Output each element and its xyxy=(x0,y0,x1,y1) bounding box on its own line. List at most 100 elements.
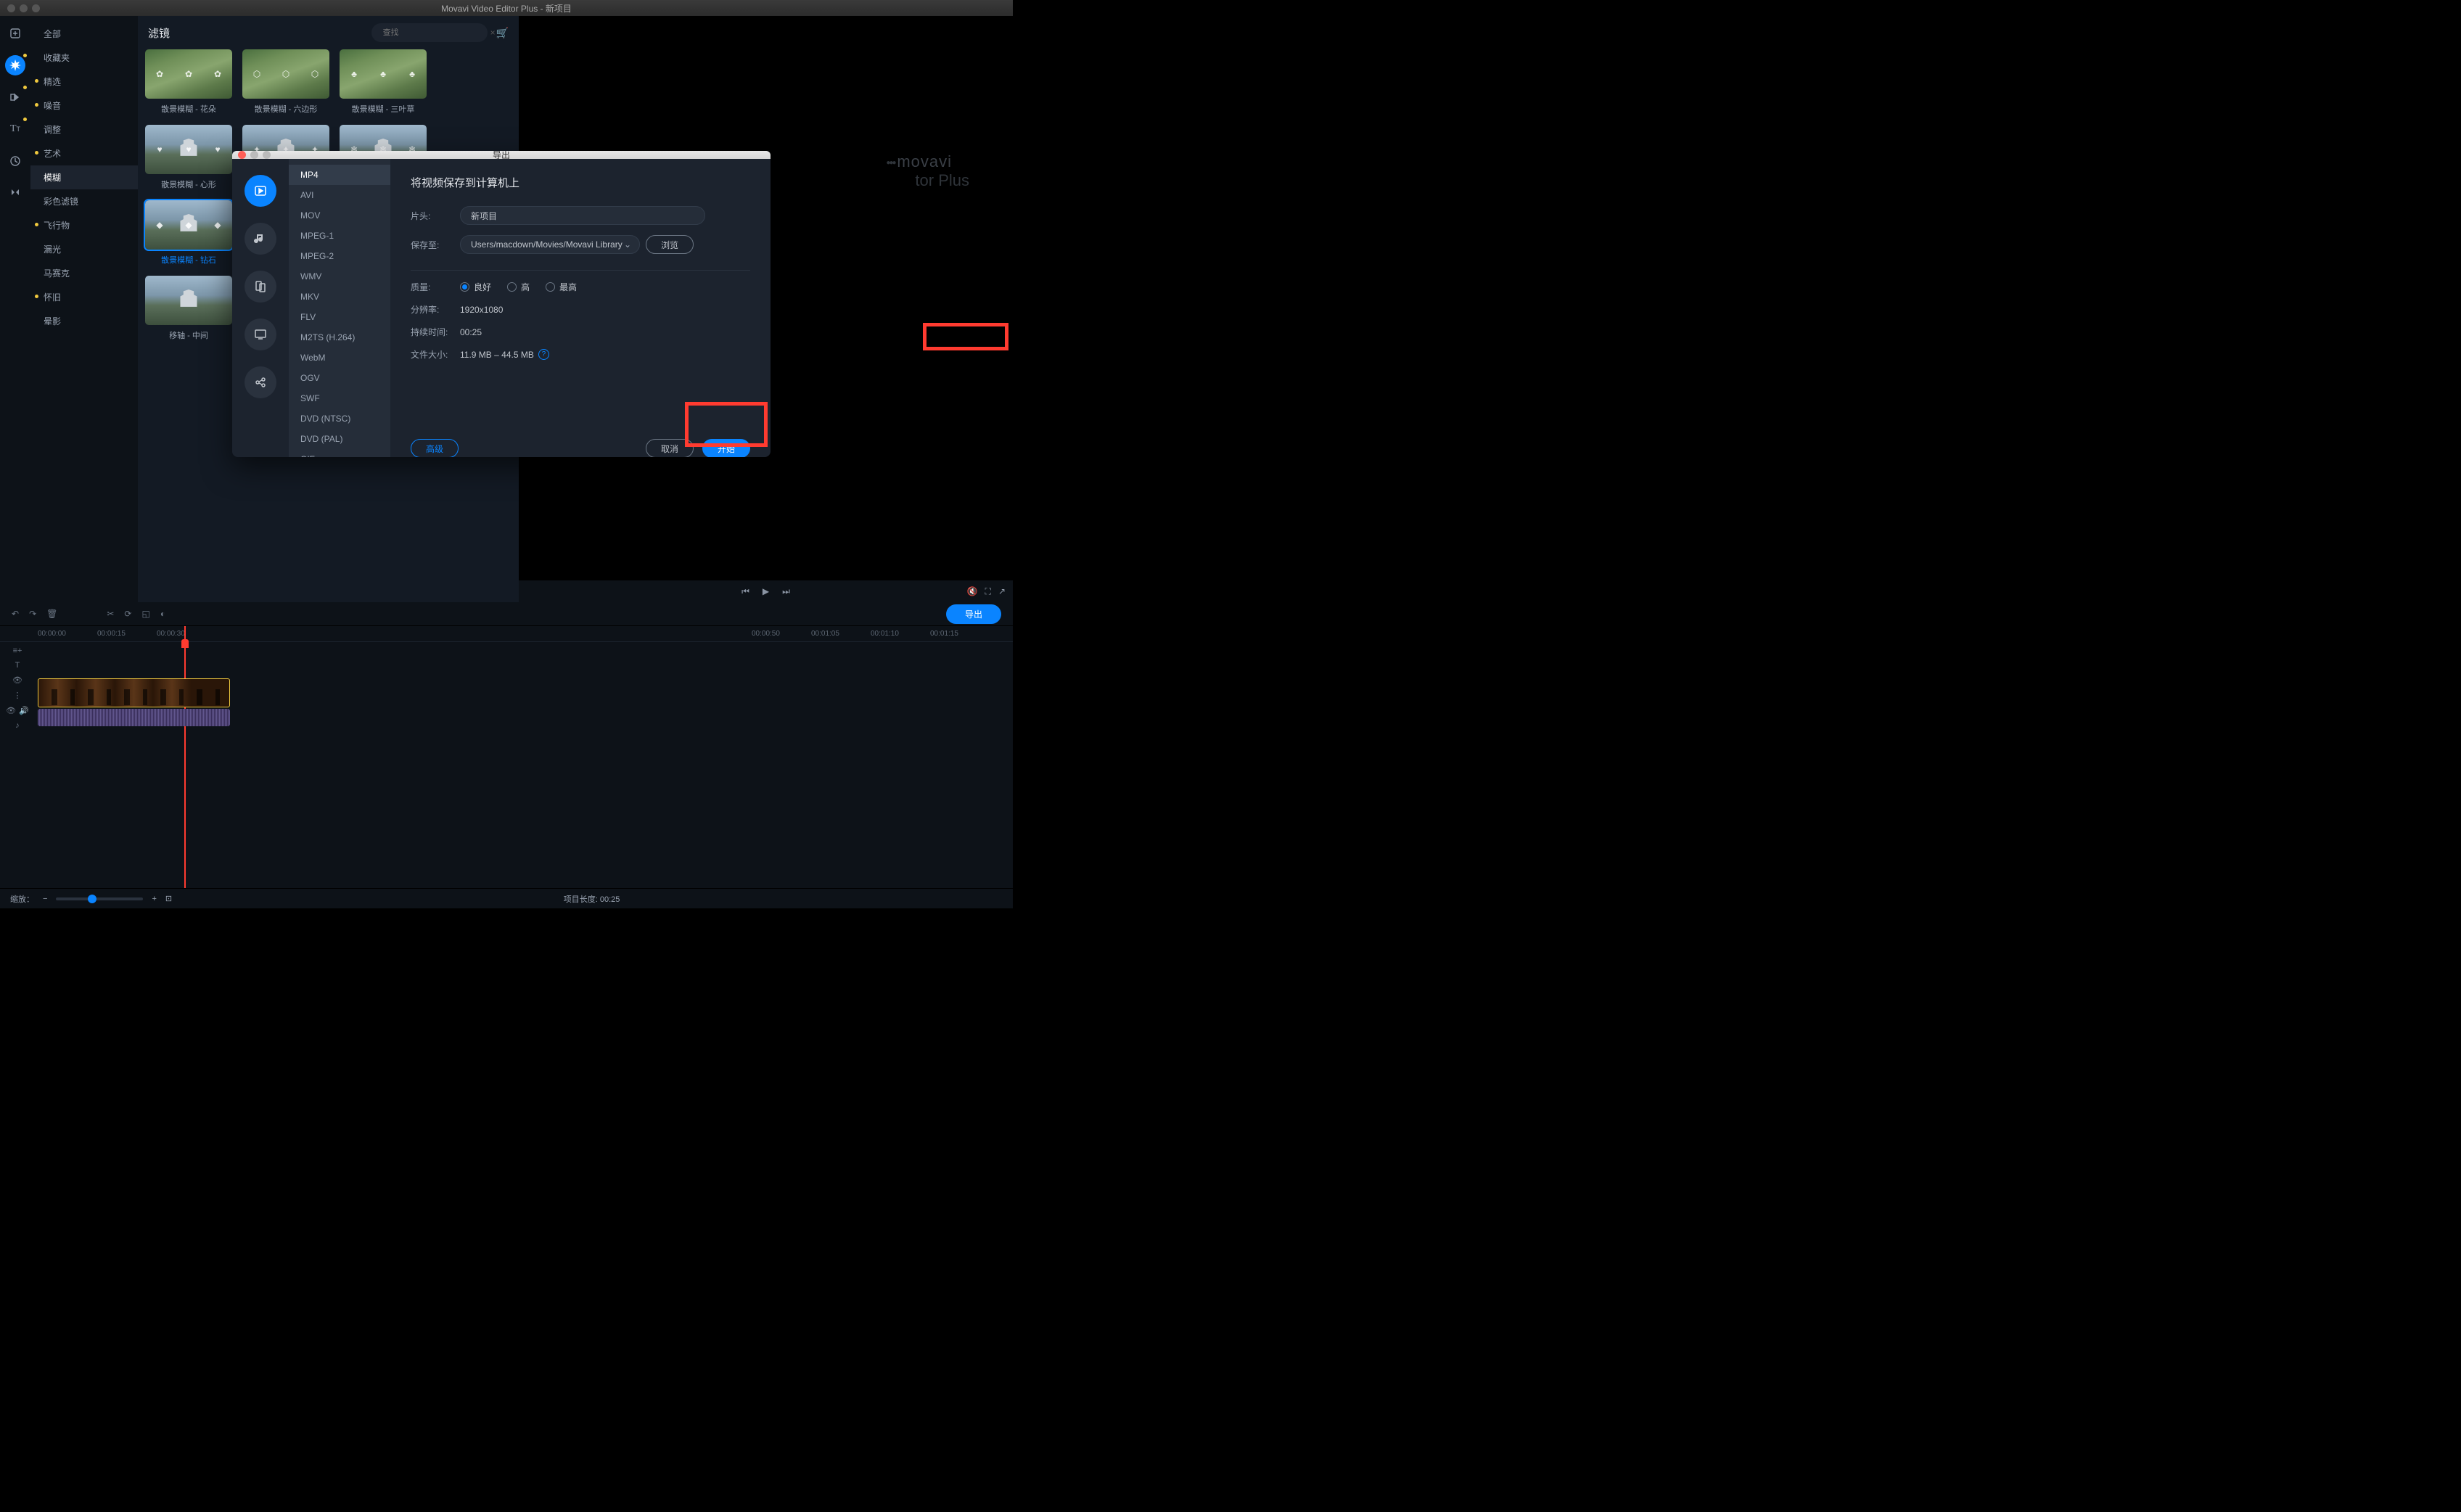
titles-tab-icon[interactable]: TT xyxy=(5,119,25,139)
export-button[interactable]: 导出 xyxy=(946,604,1001,624)
category-item[interactable]: 调整 xyxy=(30,118,138,141)
category-item[interactable]: 全部 xyxy=(30,22,138,46)
category-item[interactable]: 马赛克 xyxy=(30,261,138,285)
filter-caption: 散景模糊 - 六边形 xyxy=(242,103,329,115)
crop-icon[interactable]: ◱ xyxy=(141,609,149,619)
timeline-tick: 00:01:05 xyxy=(811,630,871,638)
name-input[interactable]: 新项目 xyxy=(460,206,705,225)
saveto-dropdown[interactable]: Users/macdown/Movies/Movavi Library xyxy=(460,235,640,254)
category-item[interactable]: 艺术 xyxy=(30,141,138,165)
format-option[interactable]: MKV xyxy=(289,287,390,307)
category-item[interactable]: 彩色滤镜 xyxy=(30,189,138,213)
category-item[interactable]: 漏光 xyxy=(30,237,138,261)
category-item[interactable]: 收藏夹 xyxy=(30,46,138,70)
media-tab-icon[interactable] xyxy=(5,23,25,44)
filter-thumbnail[interactable]: ✿✿✿散景模糊 - 花朵 xyxy=(145,49,232,115)
start-button[interactable]: 开始 xyxy=(702,439,750,457)
filter-thumbnail[interactable]: 移轴 - 中间 xyxy=(145,276,232,341)
format-option[interactable]: OGV xyxy=(289,368,390,388)
filter-thumbnail[interactable]: ♣♣♣散景模糊 - 三叶草 xyxy=(340,49,427,115)
category-item[interactable]: 怀旧 xyxy=(30,285,138,309)
main-window-titlebar: Movavi Video Editor Plus - 新项目 xyxy=(0,0,1013,16)
format-option[interactable]: FLV xyxy=(289,307,390,327)
timeline[interactable]: 00:00:0000:00:1500:00:3000:00:5000:01:05… xyxy=(0,625,1013,888)
help-icon[interactable]: ? xyxy=(538,349,549,360)
export-video-icon[interactable] xyxy=(245,175,276,207)
stickers-tab-icon[interactable] xyxy=(5,151,25,171)
next-frame-icon[interactable]: ⏭ xyxy=(782,586,790,597)
timeline-tick: 00:00:00 xyxy=(38,630,97,638)
fit-icon[interactable]: ⊡ xyxy=(165,894,172,903)
status-bar: 缩放： − + ⊡ 项目长度: 00:25 xyxy=(0,888,1013,908)
export-tv-icon[interactable] xyxy=(245,319,276,350)
cart-icon[interactable]: 🛒 xyxy=(496,27,509,39)
zoom-out-icon[interactable]: − xyxy=(43,895,47,903)
filter-thumbnail[interactable]: ♥♥♥散景模糊 - 心形 xyxy=(145,125,232,190)
export-share-icon[interactable] xyxy=(245,366,276,398)
format-option[interactable]: DVD (PAL) xyxy=(289,429,390,449)
export-settings: 将视频保存到计算机上 片头: 新项目 保存至: Users/macdown/Mo… xyxy=(390,159,771,457)
video-clip[interactable] xyxy=(38,678,230,707)
category-item[interactable]: 噪音 xyxy=(30,94,138,118)
redo-icon[interactable]: ↷ xyxy=(29,609,36,619)
transitions-tab-icon[interactable] xyxy=(5,87,25,107)
export-type-iconbar xyxy=(232,159,289,457)
category-item[interactable]: 模糊 xyxy=(30,165,138,189)
color-icon[interactable]: ◐ xyxy=(160,609,165,619)
category-item[interactable]: 晕影 xyxy=(30,309,138,333)
text-track-icon[interactable]: T xyxy=(15,661,20,670)
undo-icon[interactable]: ↶ xyxy=(12,609,19,619)
volume-icon[interactable]: 🔇 xyxy=(967,586,978,597)
browse-button[interactable]: 浏览 xyxy=(646,235,694,254)
format-option[interactable]: M2TS (H.264) xyxy=(289,327,390,348)
format-option[interactable]: WebM xyxy=(289,348,390,368)
format-option[interactable]: MPEG-2 xyxy=(289,246,390,266)
track-controls: ≡+ T 👁 ⋮ 👁🔊 ♪ xyxy=(0,626,35,888)
playhead[interactable] xyxy=(184,626,186,888)
fullscreen-icon[interactable]: ⛶ xyxy=(985,586,991,597)
chevron-down-icon[interactable]: ⌄ xyxy=(624,239,638,250)
category-item[interactable]: 飞行物 xyxy=(30,213,138,237)
timeline-tick: 00:00:15 xyxy=(97,630,157,638)
filter-caption: 散景模糊 - 花朵 xyxy=(145,103,232,115)
detach-icon[interactable]: ↗ xyxy=(998,586,1006,597)
add-track-icon[interactable]: ≡+ xyxy=(13,646,22,655)
quality-radio[interactable]: 良好 xyxy=(460,281,491,293)
search-input[interactable] xyxy=(383,28,486,37)
dialog-window-controls[interactable] xyxy=(232,151,271,159)
filters-tab-icon[interactable] xyxy=(5,55,25,75)
rotate-icon[interactable]: ⟳ xyxy=(124,609,131,619)
tracks-area[interactable] xyxy=(0,642,1013,726)
zoom-in-icon[interactable]: + xyxy=(152,895,156,903)
resolution-label: 分辨率: xyxy=(411,303,460,316)
clear-search-icon[interactable]: × xyxy=(490,28,496,38)
category-item[interactable]: 精选 xyxy=(30,70,138,94)
filter-thumbnail[interactable]: ◆◆◆散景模糊 - 钻石 xyxy=(145,200,232,266)
audio-clip[interactable] xyxy=(38,709,230,726)
format-option[interactable]: AVI xyxy=(289,185,390,205)
left-iconbar: TT xyxy=(0,16,30,602)
export-audio-icon[interactable] xyxy=(245,223,276,255)
window-controls[interactable] xyxy=(0,4,40,12)
search-input-wrapper[interactable]: × xyxy=(371,23,488,42)
filter-caption: 散景模糊 - 三叶草 xyxy=(340,103,427,115)
zoom-slider[interactable] xyxy=(56,897,143,900)
cancel-button[interactable]: 取消 xyxy=(646,439,694,457)
format-option[interactable]: WMV xyxy=(289,266,390,287)
export-device-icon[interactable] xyxy=(245,271,276,303)
prev-frame-icon[interactable]: ⏮ xyxy=(741,586,749,597)
cut-icon[interactable]: ✂ xyxy=(107,609,114,619)
filter-thumbnail[interactable]: ⬡⬡⬡散景模糊 - 六边形 xyxy=(242,49,329,115)
format-option[interactable]: GIF xyxy=(289,449,390,457)
format-option[interactable]: MP4 xyxy=(289,165,390,185)
quality-radio[interactable]: 高 xyxy=(507,281,530,293)
delete-icon[interactable]: 🗑 xyxy=(46,609,57,619)
more-tools-tab-icon[interactable] xyxy=(5,183,25,203)
quality-radio[interactable]: 最高 xyxy=(546,281,577,293)
play-icon[interactable]: ▶ xyxy=(763,586,769,596)
advanced-button[interactable]: 高级 xyxy=(411,439,459,457)
format-option[interactable]: MPEG-1 xyxy=(289,226,390,246)
format-option[interactable]: SWF xyxy=(289,388,390,408)
format-option[interactable]: DVD (NTSC) xyxy=(289,408,390,429)
format-option[interactable]: MOV xyxy=(289,205,390,226)
